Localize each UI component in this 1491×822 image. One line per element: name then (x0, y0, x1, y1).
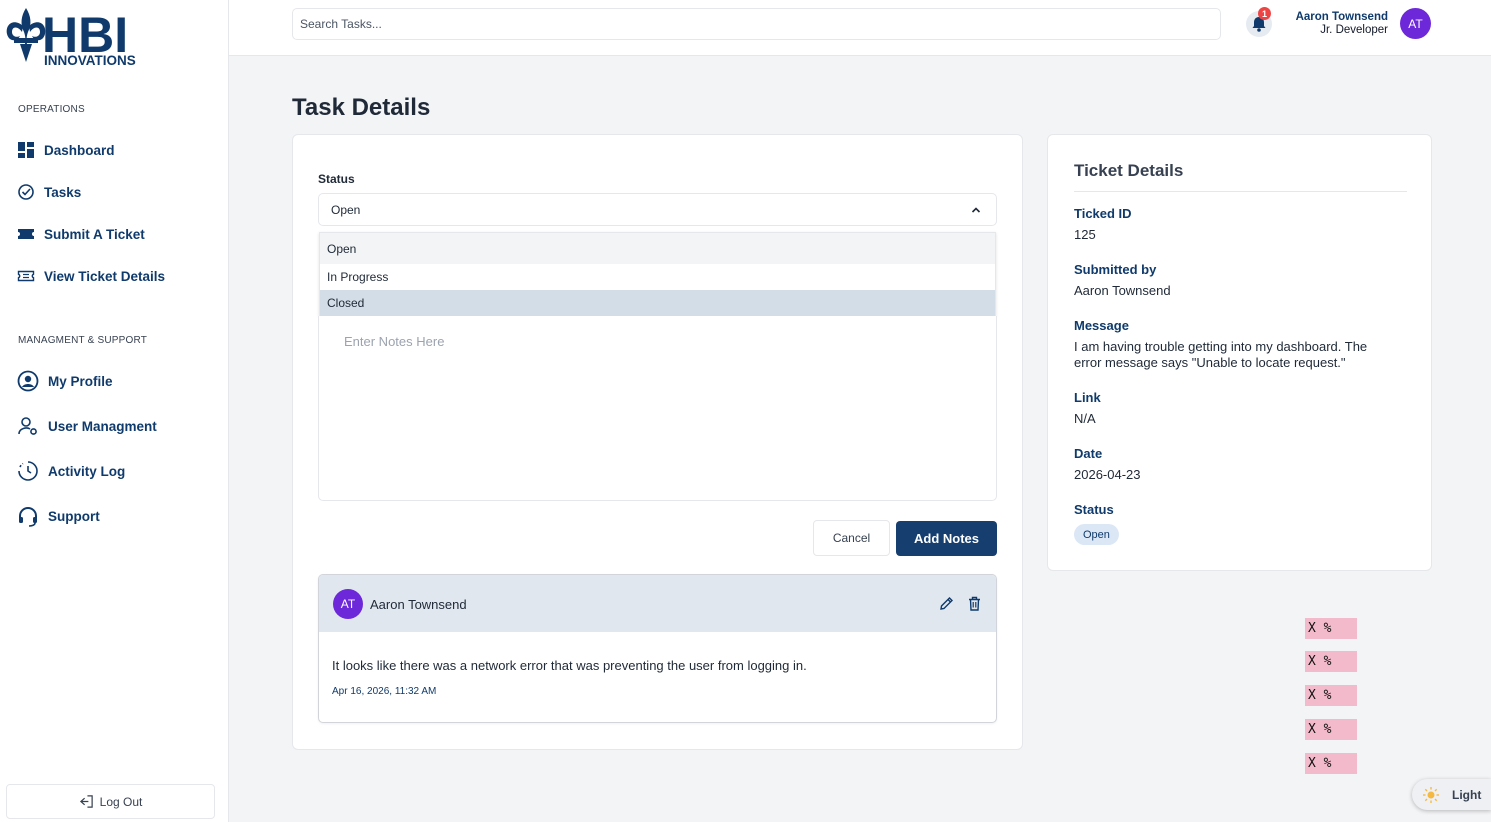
x-percent-tag: X % (1305, 618, 1357, 639)
sidebar-item-label: My Profile (48, 373, 113, 389)
top-bar: 1 Aaron Townsend Jr. Developer AT (229, 0, 1491, 56)
ticket-icon (16, 224, 36, 244)
hbi-logo[interactable]: HBI INNOVATIONS (4, 4, 164, 68)
ticket-id-value: 125 (1074, 227, 1096, 242)
x-percent-tag: X % (1305, 753, 1357, 774)
ticket-status-label: Status (1074, 502, 1114, 517)
ticket-details-card: Ticket Details Ticked ID 125 Submitted b… (1047, 134, 1432, 571)
logo-subtext: INNOVATIONS (44, 53, 136, 68)
date-label: Date (1074, 446, 1103, 461)
submitted-by-value: Aaron Townsend (1074, 283, 1171, 298)
ticket-outline-icon (16, 266, 36, 286)
logout-button[interactable]: Log Out (6, 784, 215, 819)
x-percent-tag: X % (1305, 685, 1357, 706)
theme-toggle-button[interactable]: Light (1412, 779, 1491, 810)
note-author: Aaron Townsend (370, 597, 467, 612)
sidebar-item-support[interactable]: Support (16, 503, 100, 529)
add-notes-button[interactable]: Add Notes (896, 521, 997, 556)
divider (1074, 191, 1407, 192)
sidebar-item-tasks[interactable]: Tasks (16, 179, 81, 205)
trash-icon[interactable] (966, 595, 983, 612)
x-percent-tag: X % (1305, 651, 1357, 672)
note-avatar: AT (333, 589, 363, 619)
link-value: N/A (1074, 411, 1096, 426)
user-role: Jr. Developer (1320, 24, 1388, 36)
sidebar: HBI INNOVATIONS OPERATIONS Dashboard Tas… (0, 0, 229, 822)
sidebar-item-label: Support (48, 508, 100, 524)
submitted-by-label: Submitted by (1074, 262, 1157, 277)
edit-pencil-icon[interactable] (938, 595, 955, 612)
sidebar-item-view-ticket-details[interactable]: View Ticket Details (16, 263, 165, 289)
status-option-open[interactable]: Open (320, 233, 995, 264)
search-input[interactable] (292, 8, 1221, 40)
sidebar-item-my-profile[interactable]: My Profile (16, 368, 113, 394)
dashboard-icon (16, 140, 36, 160)
note-card: AT Aaron Townsend It looks like there wa… (318, 574, 997, 723)
theme-toggle-label: Light (1452, 787, 1482, 802)
note-date: Apr 16, 2026, 11:32 AM (332, 686, 437, 697)
chevron-up-icon (971, 207, 981, 213)
note-text: It looks like there was a network error … (332, 658, 807, 673)
sidebar-item-label: Submit A Ticket (44, 226, 145, 242)
check-circle-icon (16, 182, 36, 202)
sidebar-item-submit-ticket[interactable]: Submit A Ticket (16, 221, 145, 247)
status-dropdown: Open In Progress Closed (319, 232, 996, 316)
status-select-value: Open (331, 202, 361, 217)
management-section-label: MANAGMENT & SUPPORT (18, 335, 148, 346)
status-badge: Open (1074, 524, 1119, 545)
status-option-closed[interactable]: Closed (320, 290, 995, 316)
ticket-details-title: Ticket Details (1074, 161, 1184, 180)
operations-section-label: OPERATIONS (18, 104, 85, 115)
user-circle-icon (16, 369, 40, 393)
notification-count-badge: 1 (1258, 7, 1271, 20)
notes-textarea[interactable] (318, 316, 997, 501)
sidebar-item-label: User Managment (48, 418, 157, 434)
ticket-id-label: Ticked ID (1074, 206, 1132, 221)
date-value: 2026-04-23 (1074, 467, 1141, 482)
logout-icon (79, 795, 93, 808)
sidebar-item-label: Activity Log (48, 463, 126, 479)
sidebar-item-activity-log[interactable]: Activity Log (16, 458, 125, 484)
page-title: Task Details (292, 94, 431, 121)
avatar[interactable]: AT (1400, 8, 1431, 39)
x-percent-tag: X % (1305, 719, 1357, 740)
message-value: I am having trouble getting into my dash… (1074, 339, 1368, 370)
sidebar-item-user-management[interactable]: User Managment (16, 413, 157, 439)
sidebar-item-label: Tasks (44, 184, 82, 200)
sidebar-item-label: Dashboard (44, 142, 115, 158)
headset-icon (16, 504, 40, 528)
sun-icon (1423, 786, 1439, 803)
status-select[interactable]: Open (318, 193, 997, 226)
status-option-in-progress[interactable]: In Progress (320, 264, 995, 290)
status-label: Status (318, 172, 355, 186)
cancel-button[interactable]: Cancel (813, 520, 890, 556)
sidebar-item-label: View Ticket Details (44, 268, 166, 284)
message-label: Message (1074, 318, 1129, 333)
sidebar-item-dashboard[interactable]: Dashboard (16, 137, 115, 163)
link-label: Link (1074, 390, 1101, 405)
user-name: Aaron Townsend (1295, 11, 1388, 23)
logout-label: Log Out (99, 794, 143, 809)
user-gear-icon (16, 414, 40, 438)
note-header: AT Aaron Townsend (319, 575, 996, 632)
clock-icon (16, 459, 40, 483)
